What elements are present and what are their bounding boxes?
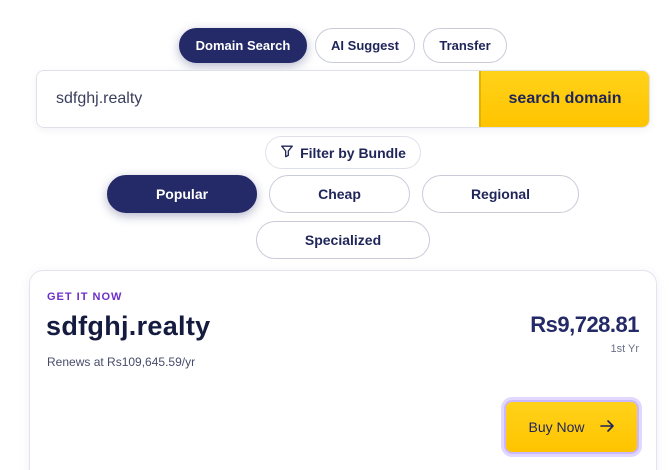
- search-mode-tabs: Domain Search AI Suggest Transfer: [0, 28, 669, 63]
- search-domain-button[interactable]: search domain: [479, 71, 649, 127]
- bundle-cheap[interactable]: Cheap: [269, 175, 410, 213]
- bundle-regional[interactable]: Regional: [422, 175, 579, 213]
- filter-by-bundle-button[interactable]: Filter by Bundle: [265, 136, 421, 169]
- buy-now-button[interactable]: Buy Now: [504, 400, 639, 454]
- filter-icon: [280, 144, 294, 161]
- bundle-specialized[interactable]: Specialized: [256, 221, 430, 259]
- domain-search-bar: search domain: [36, 70, 650, 128]
- availability-eyebrow: GET IT NOW: [47, 291, 123, 303]
- tab-ai-suggest[interactable]: AI Suggest: [315, 28, 415, 63]
- tab-domain-search[interactable]: Domain Search: [179, 28, 307, 63]
- renewal-price: Renews at Rs109,645.59/yr: [47, 355, 196, 369]
- domain-result-card: GET IT NOW sdfghj.realty Renews at Rs109…: [29, 270, 657, 470]
- bundle-popular[interactable]: Popular: [107, 175, 257, 213]
- domain-search-input[interactable]: [37, 71, 479, 127]
- arrow-right-icon: [599, 418, 615, 437]
- result-domain-name: sdfghj.realty: [46, 311, 211, 341]
- first-year-price: Rs9,728.81: [530, 312, 639, 337]
- price-period: 1st Yr: [610, 343, 639, 355]
- tab-transfer[interactable]: Transfer: [423, 28, 507, 63]
- buy-now-label: Buy Now: [528, 419, 585, 435]
- filter-label: Filter by Bundle: [300, 144, 406, 161]
